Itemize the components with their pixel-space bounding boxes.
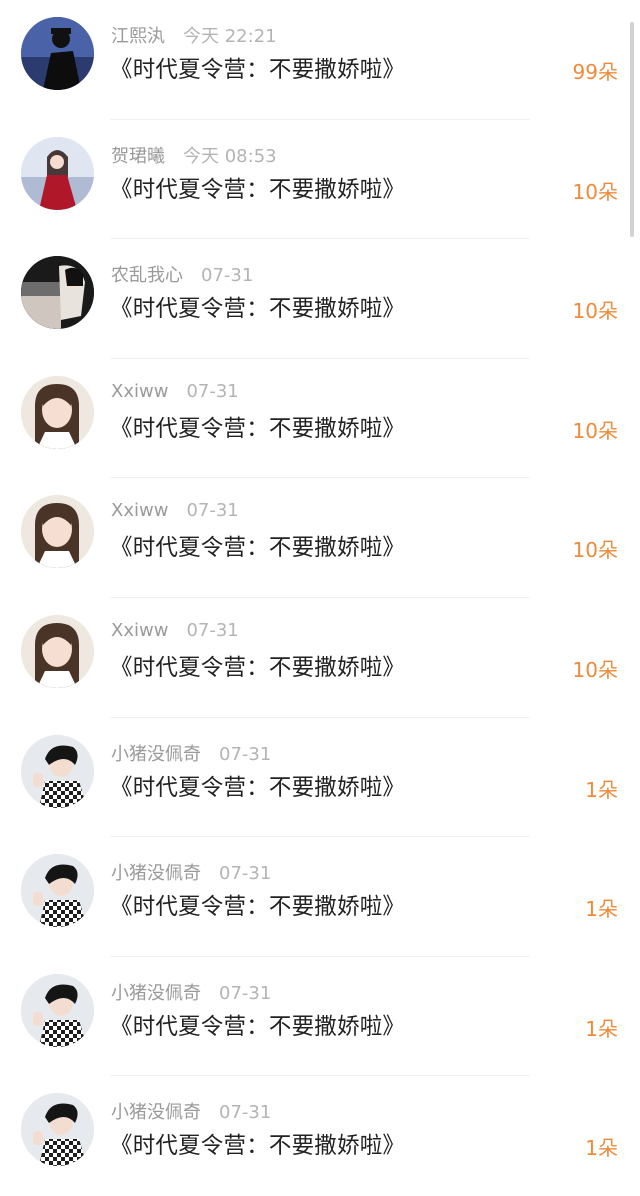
- avatar[interactable]: [21, 17, 94, 90]
- gift-count: 10朵: [572, 418, 618, 443]
- timestamp: 07-31: [219, 743, 272, 765]
- item-title: 《时代夏令营：不要撒娇啦》: [110, 296, 406, 323]
- gift-count: 1朵: [585, 1136, 618, 1161]
- item-title: 《时代夏令营：不要撒娇啦》: [110, 415, 406, 442]
- item-meta: 小猪没佩奇 07-31: [111, 740, 271, 766]
- avatar[interactable]: [21, 973, 94, 1047]
- gift-count: 10朵: [572, 657, 618, 682]
- item-meta: 农乱我心 07-31: [111, 261, 253, 287]
- user-name[interactable]: 小猪没佩奇: [111, 744, 201, 765]
- gift-count: 1朵: [585, 1016, 618, 1041]
- gift-count: 10朵: [572, 179, 618, 204]
- item-meta: Xxiww 07-31: [111, 620, 239, 641]
- avatar[interactable]: [21, 495, 94, 569]
- avatar[interactable]: [21, 256, 94, 330]
- list-item[interactable]: Xxiww 07-31 《时代夏令营：不要撒娇啦》 10朵: [0, 598, 640, 718]
- timestamp: 07-31: [219, 982, 272, 1004]
- list-item[interactable]: 农乱我心 07-31 《时代夏令营：不要撒娇啦》 10朵: [0, 239, 640, 359]
- user-name[interactable]: Xxiww: [111, 500, 168, 521]
- item-title: 《时代夏令营：不要撒娇啦》: [110, 176, 406, 203]
- user-name[interactable]: 小猪没佩奇: [111, 983, 201, 1004]
- scrollbar[interactable]: [630, 22, 634, 237]
- timestamp: 07-31: [186, 619, 239, 641]
- list-item[interactable]: 贺珺曦 今天 08:53 《时代夏令营：不要撒娇啦》 10朵: [0, 120, 640, 240]
- user-name[interactable]: 农乱我心: [111, 265, 183, 286]
- item-meta: 江熙汍 今天 22:21: [111, 22, 277, 48]
- item-meta: 小猪没佩奇 07-31: [111, 859, 271, 885]
- gift-record-list: 江熙汍 今天 22:21 《时代夏令营：不要撒娇啦》 99朵 贺珺曦 今天 08:5…: [0, 0, 640, 1196]
- item-title: 《时代夏令营：不要撒娇啦》: [110, 1013, 406, 1040]
- avatar[interactable]: [21, 1093, 94, 1167]
- user-name[interactable]: 小猪没佩奇: [111, 1102, 201, 1123]
- avatar[interactable]: [21, 614, 94, 688]
- user-name[interactable]: Xxiww: [111, 620, 168, 641]
- item-title: 《时代夏令营：不要撒娇啦》: [110, 654, 406, 681]
- timestamp: 今天 08:53: [183, 145, 277, 167]
- item-meta: 小猪没佩奇 07-31: [111, 979, 271, 1005]
- item-meta: 贺珺曦 今天 08:53: [111, 142, 277, 168]
- gift-count: 1朵: [585, 777, 618, 802]
- avatar[interactable]: [21, 136, 94, 210]
- gift-count: 10朵: [572, 299, 618, 324]
- user-name[interactable]: 江熙汍: [111, 26, 165, 47]
- timestamp: 07-31: [186, 380, 239, 402]
- item-meta: 小猪没佩奇 07-31: [111, 1098, 271, 1124]
- list-item[interactable]: 小猪没佩奇 07-31 《时代夏令营：不要撒娇啦》 1朵: [0, 718, 640, 838]
- avatar[interactable]: [21, 734, 94, 808]
- list-item[interactable]: Xxiww 07-31 《时代夏令营：不要撒娇啦》 10朵: [0, 359, 640, 479]
- list-item[interactable]: 小猪没佩奇 07-31 《时代夏令营：不要撒娇啦》 1朵: [0, 957, 640, 1077]
- list-item[interactable]: 江熙汍 今天 22:21 《时代夏令营：不要撒娇啦》 99朵: [0, 0, 640, 120]
- item-title: 《时代夏令营：不要撒娇啦》: [110, 774, 406, 801]
- list-item[interactable]: 小猪没佩奇 07-31 《时代夏令营：不要撒娇啦》 1朵: [0, 837, 640, 957]
- item-title: 《时代夏令营：不要撒娇啦》: [110, 57, 406, 83]
- item-meta: Xxiww 07-31: [111, 381, 239, 402]
- user-name[interactable]: Xxiww: [111, 381, 168, 402]
- gift-count: 99朵: [572, 60, 618, 84]
- item-title: 《时代夏令营：不要撒娇啦》: [110, 535, 406, 562]
- gift-count: 10朵: [572, 538, 618, 563]
- item-title: 《时代夏令营：不要撒娇啦》: [110, 894, 406, 921]
- list-item[interactable]: Xxiww 07-31 《时代夏令营：不要撒娇啦》 10朵: [0, 478, 640, 598]
- timestamp: 今天 22:21: [183, 26, 277, 47]
- item-title: 《时代夏令营：不要撒娇啦》: [110, 1133, 406, 1160]
- user-name[interactable]: 贺珺曦: [111, 146, 165, 167]
- timestamp: 07-31: [219, 1102, 272, 1124]
- timestamp: 07-31: [186, 500, 239, 522]
- avatar[interactable]: [21, 854, 94, 928]
- user-name[interactable]: 小猪没佩奇: [111, 863, 201, 884]
- avatar[interactable]: [21, 375, 94, 449]
- item-meta: Xxiww 07-31: [111, 500, 239, 521]
- list-item[interactable]: 小猪没佩奇 07-31 《时代夏令营：不要撒娇啦》 1朵: [0, 1076, 640, 1196]
- timestamp: 07-31: [201, 265, 254, 287]
- gift-count: 1朵: [585, 897, 618, 922]
- timestamp: 07-31: [219, 863, 272, 885]
